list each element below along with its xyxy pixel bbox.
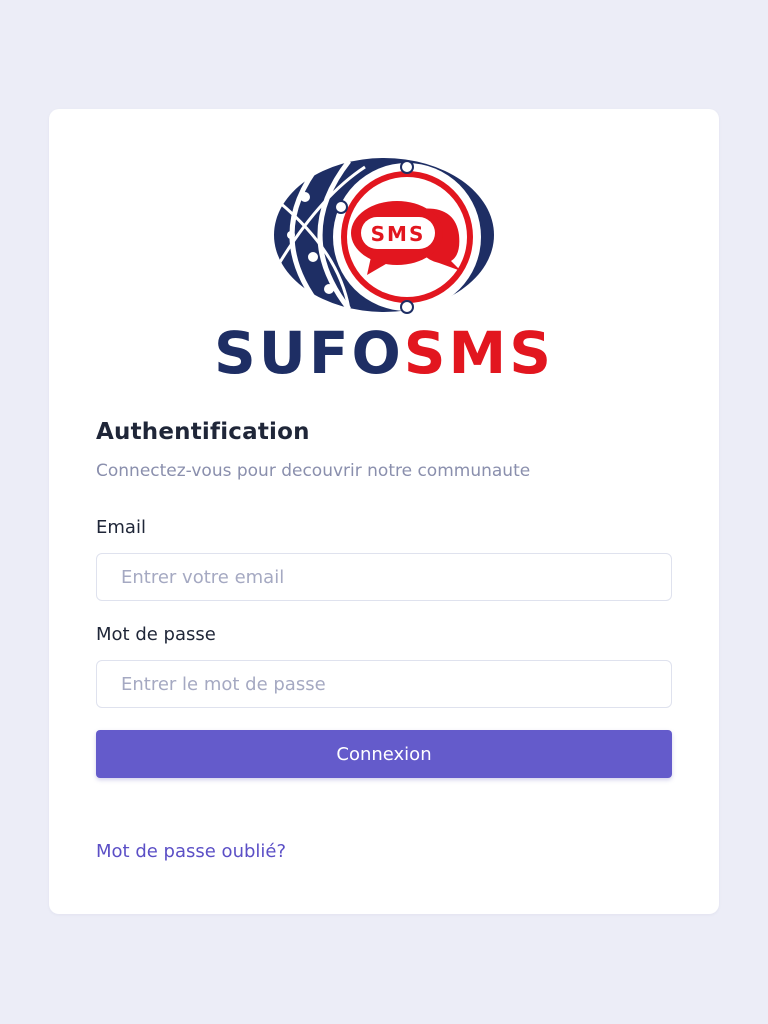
password-field[interactable] <box>96 660 672 708</box>
brand-wordmark: SUFOSMS <box>49 321 719 385</box>
sms-badge-text: SMS <box>371 222 426 246</box>
globe-chat-icon: SMS <box>274 158 494 314</box>
page-subtitle: Connectez-vous pour decouvrir notre comm… <box>96 461 531 481</box>
email-field[interactable] <box>96 553 672 601</box>
forgot-password-link[interactable]: Mot de passe oublié? <box>96 841 286 862</box>
password-label: Mot de passe <box>96 624 216 645</box>
brand-logo: SMS SUFOSMS <box>49 157 719 387</box>
brand-name-part2: SMS <box>403 319 555 387</box>
brand-name-part1: SUFO <box>213 319 404 387</box>
login-button[interactable]: Connexion <box>96 730 672 778</box>
email-label: Email <box>96 517 146 538</box>
page-title: Authentification <box>96 419 310 445</box>
login-card: SMS SUFOSMS Authentification Connectez-v… <box>49 109 719 914</box>
